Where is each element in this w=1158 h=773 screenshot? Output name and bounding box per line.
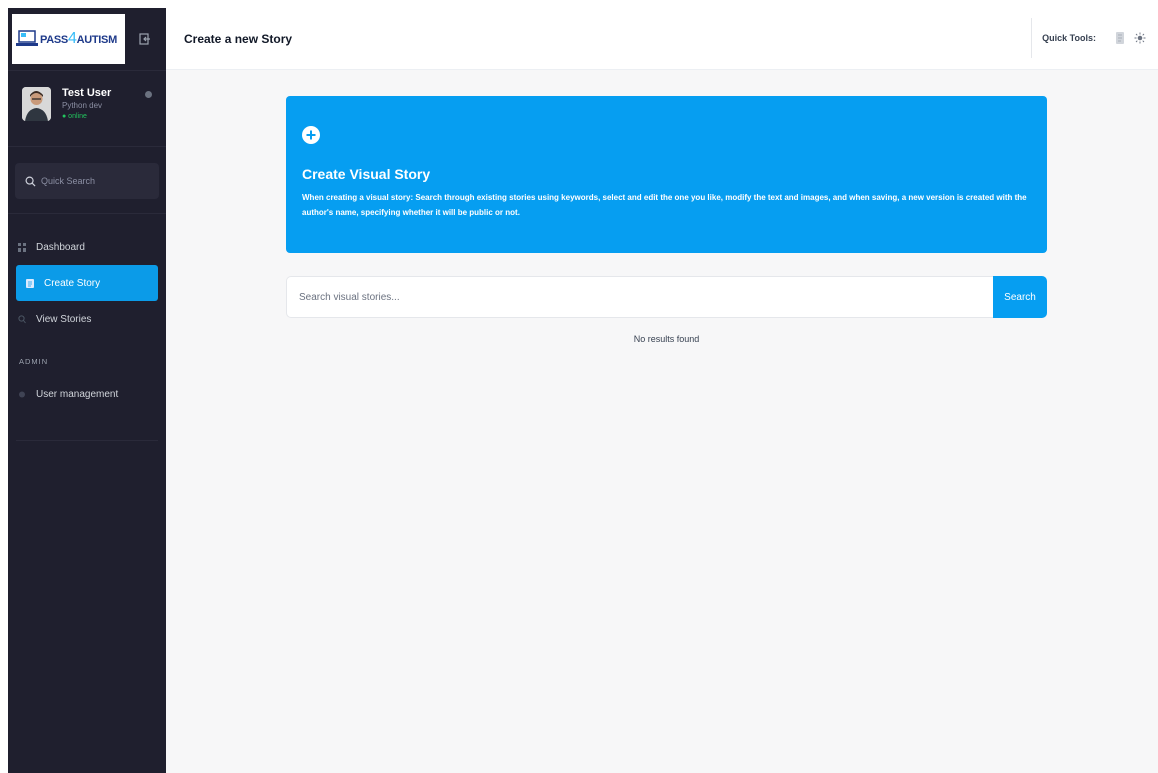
plus-circle-icon[interactable] <box>302 126 320 144</box>
page-title: Create a new Story <box>184 31 293 46</box>
sidebar-item-view-stories[interactable]: View Stories <box>8 301 166 337</box>
sidebar-nav: Dashboard Create Story View Stories ADMI… <box>8 214 166 412</box>
sidebar-item-label: User management <box>36 388 119 400</box>
sidebar-divider <box>16 440 158 441</box>
avatar-image <box>22 87 51 121</box>
create-visual-story-card: Create Visual Story When creating a visu… <box>286 96 1047 253</box>
gear-icon[interactable] <box>145 91 152 98</box>
sun-icon[interactable] <box>1134 32 1146 44</box>
user-status: ● online <box>62 113 87 120</box>
quick-tools: Quick Tools: <box>1031 18 1146 58</box>
story-search-bar: Search <box>286 276 1047 318</box>
sidebar-item-label: Dashboard <box>36 241 85 253</box>
sidebar-item-create-story[interactable]: Create Story <box>16 265 158 301</box>
logo-row: PASS4AUTISM <box>8 8 166 71</box>
avatar[interactable] <box>22 87 51 121</box>
user-role: Python dev <box>62 101 103 110</box>
quick-search-wrap: Quick Search <box>8 147 166 214</box>
brand-logo[interactable]: PASS4AUTISM <box>12 14 125 64</box>
sidebar-item-user-management[interactable]: User management <box>8 376 166 412</box>
sidebar-item-label: View Stories <box>36 313 92 325</box>
admin-section-label: ADMIN <box>19 357 49 366</box>
quick-search[interactable]: Quick Search <box>15 163 159 199</box>
hero-title: Create Visual Story <box>302 166 431 182</box>
logo-text: PASS4AUTISM <box>40 30 117 47</box>
sidebar-item-label: Create Story <box>44 277 101 289</box>
top-bar: Create a new Story Quick Tools: <box>166 8 1158 69</box>
document-icon <box>26 278 34 288</box>
document-icon[interactable] <box>1114 32 1126 44</box>
logout-icon[interactable] <box>139 33 151 45</box>
user-name: Test User <box>62 87 112 99</box>
quick-search-placeholder: Quick Search <box>41 176 96 186</box>
search-button[interactable]: Search <box>993 276 1047 318</box>
grid-icon <box>18 242 26 252</box>
user-info: Test User Python dev ● online <box>62 87 145 146</box>
no-results-message: No results found <box>633 334 700 344</box>
laptop-icon <box>16 30 38 46</box>
search-icon <box>25 176 36 187</box>
sidebar: PASS4AUTISM Test User Python dev ● onlin… <box>8 8 166 773</box>
sidebar-item-dashboard[interactable]: Dashboard <box>8 229 166 265</box>
hero-description: When creating a visual story: Search thr… <box>302 193 1027 217</box>
app-frame: PASS4AUTISM Test User Python dev ● onlin… <box>8 8 1158 773</box>
search-icon <box>18 314 26 323</box>
users-icon <box>19 391 25 397</box>
quick-tools-label: Quick Tools: <box>1042 33 1096 43</box>
main-content: Create a new Story Quick Tools: Create V… <box>166 8 1158 773</box>
story-search-input[interactable] <box>286 276 993 318</box>
user-card: Test User Python dev ● online <box>8 71 166 147</box>
